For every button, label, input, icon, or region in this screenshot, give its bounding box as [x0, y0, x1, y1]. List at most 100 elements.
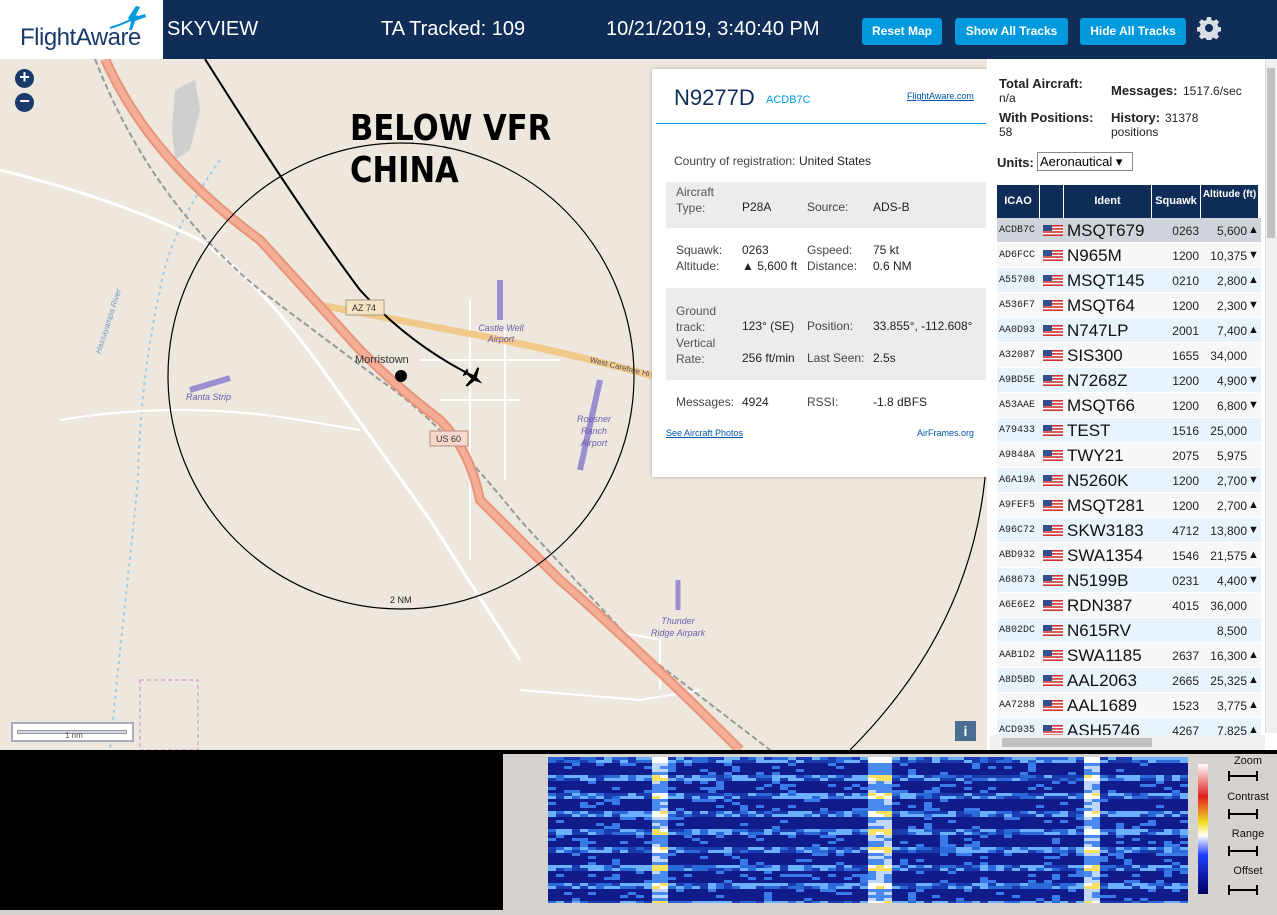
offset-slider[interactable]	[1228, 885, 1258, 895]
aircraft-type-label: Aircraft Type:	[676, 184, 714, 216]
row-ident: AAL1689	[1067, 696, 1137, 715]
aircraft-photos-link[interactable]: See Aircraft Photos	[666, 428, 743, 438]
zoom-out-button[interactable]: −	[15, 92, 34, 112]
table-row[interactable]: ACDB7C MSQT679 0263 5,600 ▲	[997, 218, 1261, 243]
us-flag-icon	[1043, 300, 1063, 311]
squawk-value: 0263	[742, 243, 769, 257]
ground-track-value: 123° (SE)	[742, 319, 795, 333]
reset-map-button[interactable]: Reset Map	[862, 18, 942, 45]
row-altitude: 5,600	[1216, 224, 1247, 238]
row-climb-indicator: ▲	[1248, 649, 1259, 661]
airframes-link[interactable]: AirFrames.org	[917, 428, 974, 438]
zoom-slider[interactable]	[1228, 771, 1258, 781]
table-row[interactable]: A9BD5E N7268Z 1200 4,900 ▼	[997, 368, 1261, 393]
table-row[interactable]: A802DC N615RV 8,500	[997, 618, 1261, 643]
table-row[interactable]: AAB1D2 SWA1185 2637 16,300 ▲	[997, 643, 1261, 668]
table-row[interactable]: A79433 TEST 1516 25,000	[997, 418, 1261, 443]
units-label: Units:	[997, 155, 1034, 170]
us-flag-icon	[1043, 475, 1063, 486]
table-row[interactable]: A6E6E2 RDN387 4015 36,000	[997, 593, 1261, 618]
row-ident: N615RV	[1067, 621, 1131, 640]
thunder-label-2: Ridge Airpark	[650, 628, 706, 638]
row-altitude: 10,375	[1210, 249, 1247, 263]
row-climb-indicator: ▼	[1248, 399, 1259, 411]
show-all-tracks-button[interactable]: Show All Tracks	[955, 18, 1068, 45]
col-ident[interactable]: Ident	[1064, 185, 1152, 218]
table-row[interactable]: AA7288 AAL1689 1523 3,775 ▲	[997, 693, 1261, 718]
table-row[interactable]: A536F7 MSQT64 1200 2,300 ▼	[997, 293, 1261, 318]
window-bottom-edge	[0, 910, 1277, 915]
row-ident: MSQT679	[1067, 221, 1145, 240]
aircraft-type-label-2: Type:	[676, 201, 706, 215]
hide-all-tracks-button[interactable]: Hide All Tracks	[1080, 18, 1186, 45]
table-row[interactable]: ABD932 SWA1354 1546 21,575 ▲	[997, 543, 1261, 568]
table-row[interactable]: AA0D93 N747LP 2001 7,400 ▲	[997, 318, 1261, 343]
col-icao[interactable]: ICAO	[997, 185, 1040, 218]
row-altitude: 2,700	[1216, 499, 1247, 513]
table-row[interactable]: A32087 SIS300 1655 34,000	[997, 343, 1261, 368]
vrate-label-2: Rate:	[676, 352, 705, 366]
waterfall-colorbar	[1198, 764, 1208, 894]
roesner-label-3: Airport	[580, 438, 608, 448]
annotation-line-2: CHINA	[350, 150, 459, 191]
row-icao: A6A19A	[999, 475, 1036, 486]
range-slider[interactable]	[1228, 846, 1258, 856]
table-row[interactable]: AD6FCC N965M 1200 10,375 ▼	[997, 243, 1261, 268]
table-row[interactable]: A96C72 SKW3183 4712 13,800 ▼	[997, 518, 1261, 543]
row-climb-indicator: ▲	[1248, 499, 1259, 511]
us-flag-icon	[1043, 450, 1063, 461]
table-row[interactable]: A53AAE MSQT66 1200 6,800 ▼	[997, 393, 1261, 418]
receiver-marker	[395, 370, 407, 382]
row-squawk: 4015	[1172, 599, 1199, 613]
gspeed-value: 75 kt	[873, 243, 900, 257]
units-select[interactable]: Aeronautical ▾	[1037, 152, 1133, 171]
col-flag[interactable]	[1040, 185, 1064, 218]
row-squawk: 1516	[1172, 424, 1199, 438]
ranta-runway	[189, 375, 231, 393]
castle-well-label-2: Airport	[487, 334, 515, 344]
col-altitude[interactable]: Altitude (ft)	[1201, 185, 1259, 218]
table-row[interactable]: A6A19A N5260K 1200 2,700 ▼	[997, 468, 1261, 493]
row-climb-indicator: ▼	[1248, 299, 1259, 311]
table-row[interactable]: A68673 N5199B 0231 4,400 ▼	[997, 568, 1261, 593]
flightaware-logo[interactable]: FlightAware	[0, 0, 163, 59]
row-ident: TWY21	[1067, 446, 1124, 465]
row-ident: N5260K	[1067, 471, 1129, 490]
row-icao: A68673	[999, 575, 1036, 586]
row-icao: AA0D93	[999, 325, 1036, 336]
flightaware-link[interactable]: FlightAware.com	[907, 91, 974, 101]
selected-aircraft-icon[interactable]	[459, 363, 489, 393]
waterfall-graphic	[548, 757, 1188, 903]
table-row[interactable]: A9848A TWY21 2075 5,975	[997, 443, 1261, 468]
zoom-in-button[interactable]: +	[15, 68, 34, 88]
messages-rate-label: Messages:	[1111, 83, 1178, 98]
row-altitude: 21,575	[1210, 549, 1247, 563]
us-flag-icon	[1043, 325, 1063, 336]
contrast-slider[interactable]	[1228, 809, 1258, 819]
row-altitude: 2,300	[1216, 299, 1247, 313]
map-info-button[interactable]: i	[955, 721, 976, 741]
table-row[interactable]: A55708 MSQT145 0210 2,800 ▲	[997, 268, 1261, 293]
row-icao: A55708	[999, 275, 1036, 286]
sidebar-hscroll-thumb[interactable]	[1002, 738, 1152, 747]
aircraft-type: P28A	[742, 200, 772, 214]
row-ident: MSQT145	[1067, 271, 1145, 290]
table-row[interactable]: A8D5BD AAL2063 2665 25,325 ▲	[997, 668, 1261, 693]
with-positions-value: 58	[999, 125, 1013, 139]
squawk-label: Squawk:	[676, 243, 723, 257]
offset-label: Offset	[1233, 865, 1263, 877]
row-icao: A9848A	[999, 450, 1036, 461]
airplane-logo-icon	[109, 6, 146, 30]
us-flag-icon	[1043, 350, 1063, 361]
row-climb-indicator: ▼	[1248, 474, 1259, 486]
col-squawk[interactable]: Squawk	[1152, 185, 1201, 218]
sidebar-scroll-thumb[interactable]	[1267, 68, 1275, 238]
waterfall-display[interactable]	[548, 757, 1188, 903]
history-label: History:	[1111, 110, 1161, 125]
row-altitude: 34,000	[1210, 349, 1247, 363]
gear-icon[interactable]	[1197, 16, 1221, 40]
row-climb-indicator: ▲	[1248, 549, 1259, 561]
us60-label: US 60	[436, 434, 462, 444]
row-climb-indicator: ▲	[1248, 274, 1259, 286]
table-row[interactable]: A9FEF5 MSQT281 1200 2,700 ▲	[997, 493, 1261, 518]
